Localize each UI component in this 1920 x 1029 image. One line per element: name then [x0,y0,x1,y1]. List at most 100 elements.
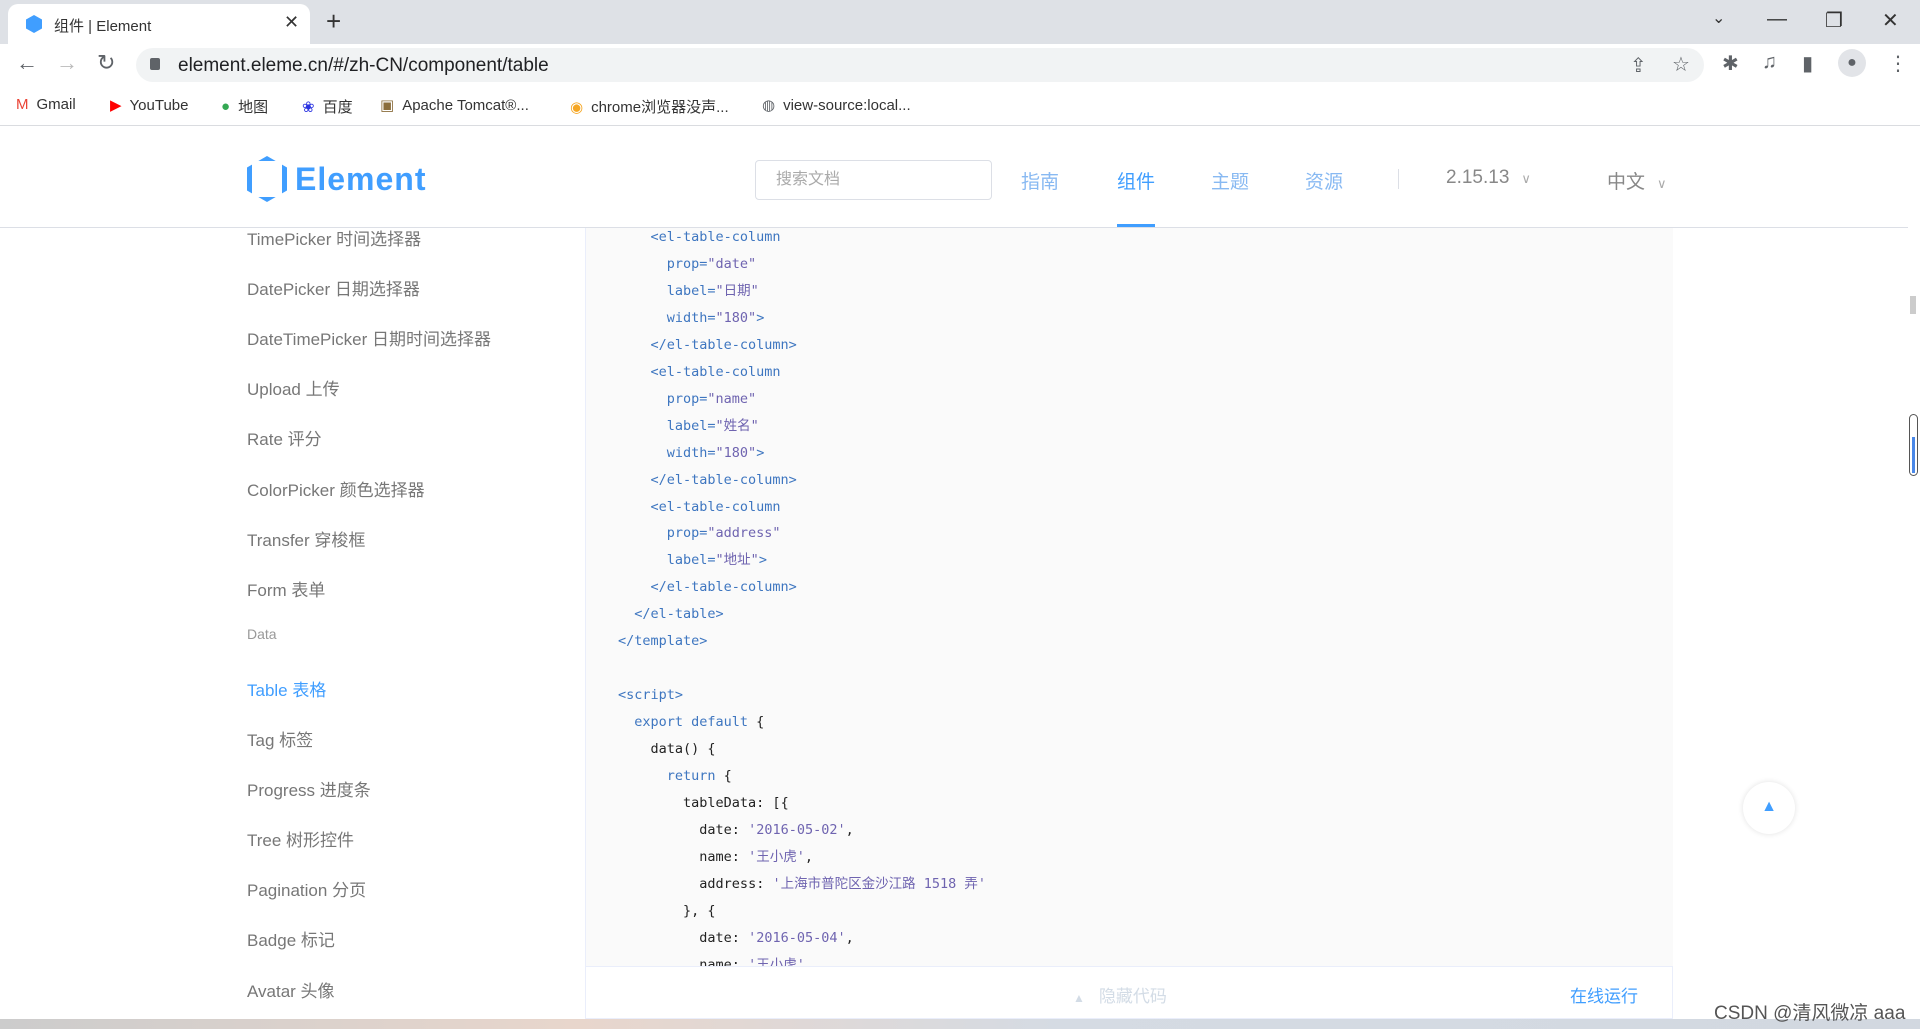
bookmark-item[interactable]: ◍ view-source:local... [762,96,911,115]
code-token: date: [699,929,749,946]
code-line: <el-table-column [618,359,781,386]
logo-text: Element [295,160,427,197]
sidebar-item[interactable]: Pagination 分页 [247,876,366,901]
sidebar-item[interactable]: Tree 树形控件 [247,826,354,851]
code-token: }, { [683,902,716,919]
menu-kebab-icon[interactable]: ⋮ [1888,51,1908,76]
code-token: width= [666,444,716,461]
code-token: label= [666,552,716,569]
media-control-icon[interactable]: ♫ [1762,51,1777,74]
sidebar-item[interactable]: Form 表单 [247,576,325,601]
hide-code-label: 隐藏代码 [1098,987,1167,1006]
nav-guide[interactable]: 指南 [1021,167,1059,194]
bookmark-item[interactable]: ● 地图 [221,96,268,117]
code-token: , [845,929,854,946]
bookmark-label: view-source:local... [783,96,911,114]
nav-component[interactable]: 组件 [1117,167,1155,194]
element-favicon-icon [26,15,42,33]
element-logo[interactable]: Element [247,156,426,202]
code-token: return [666,768,716,784]
tab-search-chevron-icon[interactable]: ⌄ [1712,8,1725,28]
sidebar-item[interactable]: Tag 标签 [247,726,313,751]
back-icon[interactable]: ← [16,50,38,76]
code-token: data() { [650,741,716,758]
new-tab-icon[interactable]: + [326,6,341,37]
sidebar-item[interactable]: ColorPicker 颜色选择器 [247,476,425,501]
bookmark-star-icon[interactable]: ☆ [1672,52,1690,77]
page-scrollbar[interactable] [1908,127,1920,1019]
back-to-top-button[interactable]: ▲ [1743,782,1795,834]
scrollbar-marker [1910,296,1916,314]
side-panel-icon[interactable]: ▮ [1802,51,1813,76]
code-line: return { [618,763,732,790]
code-token: > [756,309,765,326]
sidebar-item[interactable]: Rate 评分 [247,425,322,450]
version-dropdown[interactable]: 2.15.13 ∨ [1446,167,1531,189]
share-icon[interactable]: ⇪ [1630,53,1647,78]
code-token: </template> [618,633,708,650]
reload-icon[interactable]: ↻ [97,50,115,76]
code-token: "address" [707,525,781,542]
sidebar-item[interactable]: Progress 进度条 [247,776,371,801]
code-token: { [748,714,765,731]
code-token: name: [699,956,749,966]
code-line: <el-table-column [618,494,781,521]
code-token: label= [666,417,716,434]
language-label: 中文 [1607,172,1646,193]
code-token: '王小虎' [748,956,805,966]
bookmark-item[interactable]: ◉ chrome浏览器没声... [570,96,729,117]
bookmark-item[interactable]: ❀ 百度 [302,96,353,117]
forward-icon[interactable]: → [56,50,78,76]
code-token: tableData: [{ [683,794,789,811]
tab-close-icon[interactable]: ✕ [284,12,299,33]
browser-toolbar: ← → ↻ element.eleme.cn/#/zh-CN/component… [0,44,1920,84]
code-token: </el-table> [634,606,724,623]
sidebar-item[interactable]: Avatar 头像 [247,977,335,1002]
sidebar-item[interactable]: Transfer 穿梭框 [247,526,365,551]
bookmark-item[interactable]: ▶ YouTube [110,96,189,115]
extensions-icon[interactable]: ✱ [1722,51,1739,76]
code-line: name: '王小虎', [618,952,813,966]
code-token: <script> [618,687,684,704]
bookmark-label: chrome浏览器没声... [591,99,729,116]
chevron-down-icon: ∨ [1657,176,1667,191]
version-label: 2.15.13 [1446,167,1510,188]
code-line: address: '上海市普陀区金沙江路 1518 弄' [618,871,986,898]
code-token: '王小虎' [748,848,805,865]
sidebar-item[interactable]: Badge 标记 [247,926,335,951]
hide-code-button[interactable]: ▲ 隐藏代码 [1073,982,1167,1007]
browser-tab-bar: 组件 | Element ✕ + ⌄ — ❐ ✕ [0,0,1920,44]
code-line: label="地址"> [618,547,767,574]
element-logo-icon [247,156,287,202]
language-dropdown[interactable]: 中文 ∨ [1607,167,1667,194]
sidebar-item[interactable]: Table 表格 [247,676,326,701]
code-line: data() { [618,736,716,763]
window-close-icon[interactable]: ✕ [1882,8,1899,33]
url-text[interactable]: element.eleme.cn/#/zh-CN/component/table [178,55,549,77]
bookmark-item[interactable]: M Gmail [16,96,76,113]
code-token: </el-table-column> [650,336,797,353]
restore-icon[interactable]: ❐ [1825,8,1843,33]
code-token: prop= [666,525,708,542]
minimize-icon[interactable]: — [1767,8,1787,31]
profile-avatar-icon[interactable]: ● [1838,49,1866,77]
sidebar-item[interactable]: DatePicker 日期选择器 [247,275,420,300]
nav-resource[interactable]: 资源 [1305,167,1343,194]
sidebar-item[interactable]: TimePicker 时间选择器 [247,228,421,250]
code-line: prop="date" [618,251,756,278]
address-bar[interactable]: element.eleme.cn/#/zh-CN/component/table… [136,48,1704,82]
code-token: <el-table-column [650,363,781,380]
sidebar-item[interactable]: DateTimePicker 日期时间选择器 [247,325,491,350]
search-docs-input[interactable]: 搜索文档 [755,160,992,200]
sidebar-item[interactable]: Upload 上传 [247,375,340,400]
caret-up-icon: ▲ [1761,798,1777,815]
code-token: { [715,768,732,784]
nav-theme[interactable]: 主题 [1211,167,1249,194]
browser-tab[interactable]: 组件 | Element ✕ [8,4,310,44]
run-online-button[interactable]: 在线运行 [1570,982,1638,1007]
scrollbar-thumb[interactable] [1909,414,1918,476]
code-line: <script> [618,682,683,709]
bookmark-item[interactable]: ▣ Apache Tomcat®... [380,96,529,115]
code-token: "姓名" [715,417,759,434]
demo-control-bar: ▲ 隐藏代码 在线运行 [585,966,1673,1019]
